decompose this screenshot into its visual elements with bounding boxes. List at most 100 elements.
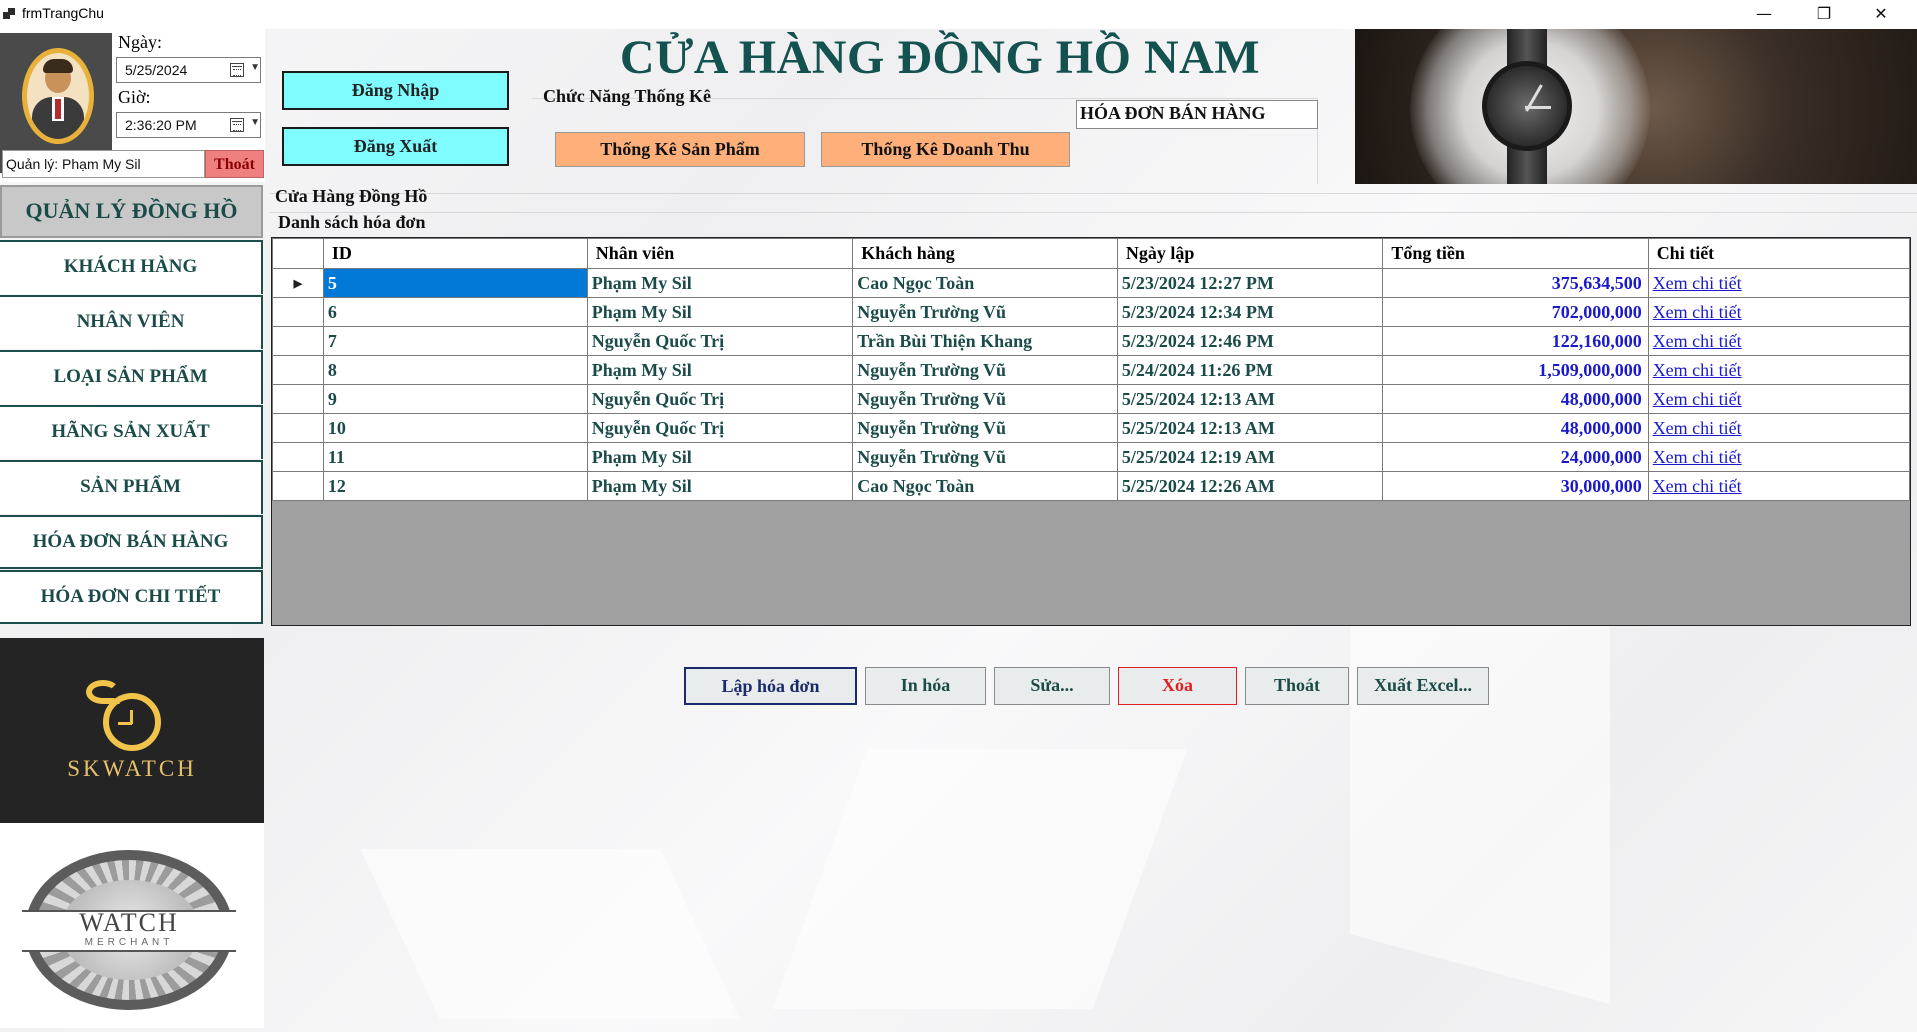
calendar-icon[interactable] xyxy=(230,63,244,77)
cell-employee[interactable]: Phạm My Sil xyxy=(586,355,854,385)
stats-revenue-button[interactable]: Thống Kê Doanh Thu xyxy=(821,132,1070,167)
logout-button[interactable]: Đăng Xuất xyxy=(282,127,509,166)
manager-field[interactable]: Quản lý: Phạm My Sil xyxy=(2,150,205,178)
cell-employee[interactable]: Nguyễn Quốc Trị xyxy=(586,384,854,414)
row-selector-icon[interactable]: ▶ xyxy=(272,268,324,298)
cell-total[interactable]: 1,509,000,000 xyxy=(1382,355,1649,385)
time-picker[interactable]: 2:36:20 PM ▼ xyxy=(116,112,261,138)
column-header-date[interactable]: Ngày lập xyxy=(1116,238,1384,269)
restore-button[interactable]: ❐ xyxy=(1801,0,1847,29)
invoice-grid[interactable]: ID Nhân viên Khách hàng Ngày lập Tổng ti… xyxy=(271,237,1911,626)
quick-logout-button[interactable]: Thoát xyxy=(205,150,264,178)
date-picker[interactable]: 5/25/2024 ▼ xyxy=(116,57,261,83)
chevron-down-icon[interactable]: ▼ xyxy=(250,62,260,73)
row-header[interactable] xyxy=(272,442,324,472)
cell-total[interactable]: 30,000,000 xyxy=(1382,471,1649,501)
column-header-customer[interactable]: Khách hàng xyxy=(852,238,1118,269)
cell-customer[interactable]: Nguyễn Trường Vũ xyxy=(852,297,1118,327)
cell-customer[interactable]: Nguyễn Trường Vũ xyxy=(852,413,1118,443)
print-invoice-button[interactable]: In hóa xyxy=(865,667,986,705)
chevron-down-icon[interactable]: ▼ xyxy=(250,117,260,128)
table-row[interactable]: 9 Nguyễn Quốc Trị Nguyễn Trường Vũ 5/25/… xyxy=(272,384,1911,414)
view-detail-link[interactable]: Xem chi tiết xyxy=(1647,268,1911,298)
cell-employee[interactable]: Phạm My Sil xyxy=(586,268,854,298)
calendar-icon[interactable] xyxy=(230,118,244,132)
table-row[interactable]: ▶ 5 Phạm My Sil Cao Ngọc Toàn 5/23/2024 … xyxy=(272,268,1911,298)
cell-total[interactable]: 48,000,000 xyxy=(1382,384,1649,414)
cell-date[interactable]: 5/23/2024 12:34 PM xyxy=(1116,297,1384,327)
sidebar-item-employees[interactable]: NHÂN VIÊN xyxy=(0,295,263,349)
close-button[interactable]: ✕ xyxy=(1858,0,1904,29)
row-header[interactable] xyxy=(272,471,324,501)
delete-button[interactable]: Xóa xyxy=(1118,667,1237,705)
row-header[interactable] xyxy=(272,297,324,327)
cell-customer[interactable]: Cao Ngọc Toàn xyxy=(852,471,1118,501)
cell-id[interactable]: 6 xyxy=(322,297,588,327)
row-header[interactable] xyxy=(272,384,324,414)
edit-button[interactable]: Sửa... xyxy=(994,667,1110,705)
cell-employee[interactable]: Phạm My Sil xyxy=(586,297,854,327)
sidebar-item-sales-invoices[interactable]: HÓA ĐƠN BÁN HÀNG xyxy=(0,515,263,569)
create-invoice-button[interactable]: Lập hóa đơn xyxy=(684,667,857,705)
cell-id[interactable]: 12 xyxy=(322,471,588,501)
cell-date[interactable]: 5/23/2024 12:27 PM xyxy=(1116,268,1384,298)
cell-customer[interactable]: Trần Bùi Thiện Khang xyxy=(852,326,1118,356)
sidebar-item-product-types[interactable]: LOẠI SẢN PHẨM xyxy=(0,350,263,404)
minimize-button[interactable]: — xyxy=(1741,0,1787,29)
view-detail-link[interactable]: Xem chi tiết xyxy=(1647,442,1911,472)
cell-id[interactable]: 9 xyxy=(322,384,588,414)
stats-product-button[interactable]: Thống Kê Sản Phẩm xyxy=(555,132,805,167)
cell-id[interactable]: 7 xyxy=(322,326,588,356)
cell-id[interactable]: 8 xyxy=(322,355,588,385)
cell-customer[interactable]: Nguyễn Trường Vũ xyxy=(852,384,1118,414)
login-button[interactable]: Đăng Nhập xyxy=(282,71,509,110)
column-header-detail[interactable]: Chi tiết xyxy=(1647,238,1911,269)
view-detail-link[interactable]: Xem chi tiết xyxy=(1647,384,1911,414)
cell-date[interactable]: 5/25/2024 12:13 AM xyxy=(1116,413,1384,443)
cell-customer[interactable]: Cao Ngọc Toàn xyxy=(852,268,1118,298)
view-detail-link[interactable]: Xem chi tiết xyxy=(1647,355,1911,385)
cell-date[interactable]: 5/25/2024 12:26 AM xyxy=(1116,471,1384,501)
cell-total[interactable]: 24,000,000 xyxy=(1382,442,1649,472)
cell-customer[interactable]: Nguyễn Trường Vũ xyxy=(852,355,1118,385)
table-row[interactable]: 7 Nguyễn Quốc Trị Trần Bùi Thiện Khang 5… xyxy=(272,326,1911,356)
cell-id[interactable]: 5 xyxy=(322,268,588,298)
cell-total[interactable]: 375,634,500 xyxy=(1382,268,1649,298)
view-detail-link[interactable]: Xem chi tiết xyxy=(1647,471,1911,501)
table-row[interactable]: 6 Phạm My Sil Nguyễn Trường Vũ 5/23/2024… xyxy=(272,297,1911,327)
cell-date[interactable]: 5/23/2024 12:46 PM xyxy=(1116,326,1384,356)
exit-button[interactable]: Thoát xyxy=(1245,667,1349,705)
cell-date[interactable]: 5/25/2024 12:13 AM xyxy=(1116,384,1384,414)
column-header-total[interactable]: Tổng tiền xyxy=(1382,238,1649,269)
cell-employee[interactable]: Nguyễn Quốc Trị xyxy=(586,326,854,356)
sidebar-item-products[interactable]: SẢN PHẨM xyxy=(0,460,263,514)
table-row[interactable]: 11 Phạm My Sil Nguyễn Trường Vũ 5/25/202… xyxy=(272,442,1911,472)
date-value: 5/25/2024 xyxy=(125,62,188,78)
cell-total[interactable]: 702,000,000 xyxy=(1382,297,1649,327)
cell-id[interactable]: 11 xyxy=(322,442,588,472)
table-row[interactable]: 12 Phạm My Sil Cao Ngọc Toàn 5/25/2024 1… xyxy=(272,471,1911,501)
row-header[interactable] xyxy=(272,355,324,385)
cell-date[interactable]: 5/24/2024 11:26 PM xyxy=(1116,355,1384,385)
sidebar-item-invoice-details[interactable]: HÓA ĐƠN CHI TIẾT xyxy=(0,570,263,624)
cell-customer[interactable]: Nguyễn Trường Vũ xyxy=(852,442,1118,472)
cell-total[interactable]: 48,000,000 xyxy=(1382,413,1649,443)
cell-total[interactable]: 122,160,000 xyxy=(1382,326,1649,356)
view-detail-link[interactable]: Xem chi tiết xyxy=(1647,413,1911,443)
column-header-id[interactable]: ID xyxy=(322,238,588,269)
table-row[interactable]: 8 Phạm My Sil Nguyễn Trường Vũ 5/24/2024… xyxy=(272,355,1911,385)
view-detail-link[interactable]: Xem chi tiết xyxy=(1647,297,1911,327)
export-excel-button[interactable]: Xuất Excel... xyxy=(1357,667,1489,705)
cell-id[interactable]: 10 xyxy=(322,413,588,443)
sidebar-item-customers[interactable]: KHÁCH HÀNG xyxy=(0,240,263,294)
row-header[interactable] xyxy=(272,413,324,443)
sidebar-item-manufacturers[interactable]: HÃNG SẢN XUẤT xyxy=(0,405,263,459)
row-header[interactable] xyxy=(272,326,324,356)
cell-employee[interactable]: Nguyễn Quốc Trị xyxy=(586,413,854,443)
view-detail-link[interactable]: Xem chi tiết xyxy=(1647,326,1911,356)
column-header-employee[interactable]: Nhân viên xyxy=(586,238,854,269)
table-row[interactable]: 10 Nguyễn Quốc Trị Nguyễn Trường Vũ 5/25… xyxy=(272,413,1911,443)
cell-employee[interactable]: Phạm My Sil xyxy=(586,471,854,501)
cell-date[interactable]: 5/25/2024 12:19 AM xyxy=(1116,442,1384,472)
cell-employee[interactable]: Phạm My Sil xyxy=(586,442,854,472)
